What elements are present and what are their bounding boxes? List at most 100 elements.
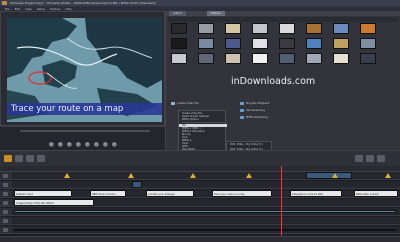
- transition-icon[interactable]: [128, 173, 134, 178]
- effect-thumbnail[interactable]: [279, 23, 295, 34]
- timeline-toolbar: [0, 150, 400, 166]
- fast-forward-button[interactable]: [93, 141, 100, 148]
- effect-thumbnail[interactable]: [360, 38, 376, 49]
- effect-thumbnail[interactable]: [252, 23, 268, 34]
- menu-item[interactable]: MPEG Options: [182, 118, 199, 121]
- menu-separator: [182, 122, 226, 123]
- transition-icon[interactable]: [385, 173, 391, 178]
- option-create-video[interactable]: Create Video File: [177, 102, 199, 105]
- library-toolbar: [168, 17, 398, 22]
- menu-edit[interactable]: Edit: [15, 7, 20, 11]
- transition-icon[interactable]: [190, 173, 196, 178]
- program-playback-icon: [240, 102, 244, 105]
- timeline: Polished / Sect NEW Show 2 Coordi... ani…: [0, 172, 400, 236]
- menu-setup[interactable]: Setup: [37, 7, 45, 11]
- trash-icon[interactable]: [37, 155, 45, 162]
- effect-thumbnail[interactable]: [333, 38, 349, 49]
- effect-thumbnail[interactable]: [306, 23, 322, 34]
- track-header-music[interactable]: [0, 217, 12, 225]
- transition-icon[interactable]: [246, 173, 252, 178]
- effect-thumbnail[interactable]: [360, 53, 376, 64]
- video-file-icon: [171, 102, 175, 105]
- rewind-button[interactable]: [48, 141, 55, 148]
- effect-thumbnail[interactable]: [279, 53, 295, 64]
- track-header-title2[interactable]: [0, 199, 12, 207]
- effect-thumbnail[interactable]: [252, 53, 268, 64]
- overlay-clip[interactable]: [132, 181, 142, 188]
- scrub-bar[interactable]: [20, 130, 150, 132]
- effect-thumbnail[interactable]: [279, 38, 295, 49]
- zoom-out-icon[interactable]: [355, 155, 363, 162]
- step-forward-button[interactable]: [84, 141, 91, 148]
- effect-thumbnail[interactable]: [171, 23, 187, 34]
- output-options: Program Playback Use Rendering MPEG Stre…: [240, 102, 300, 132]
- title-track: Polished / Sect NEW Show 2 Coordi... ani…: [12, 190, 400, 198]
- effect-thumbnail[interactable]: [306, 53, 322, 64]
- track-header-overlay[interactable]: [0, 181, 12, 189]
- effect-thumbnail[interactable]: [198, 23, 214, 34]
- effect-thumbnail[interactable]: [225, 23, 241, 34]
- menu-file[interactable]: File: [5, 7, 10, 11]
- effect-thumbnail[interactable]: [252, 38, 268, 49]
- watermark-text: inDownloads.com: [231, 76, 316, 87]
- effect-thumbnail[interactable]: [198, 38, 214, 49]
- title-clip[interactable]: NEW Show 2 Coordi...: [90, 190, 126, 197]
- app-icon: [2, 1, 7, 5]
- title-clip[interactable]: Integrations in the art after: [290, 190, 342, 197]
- window-title: Unknown Project.mpy* - Pinnacle Studio -…: [10, 1, 156, 5]
- menu-toolbox[interactable]: Toolbox: [50, 7, 61, 11]
- effect-thumbnail[interactable]: [306, 38, 322, 49]
- menu-view[interactable]: View: [25, 7, 32, 11]
- audio-clip[interactable]: [14, 210, 396, 213]
- step-back-button[interactable]: [57, 141, 64, 148]
- volume-button[interactable]: [111, 141, 118, 148]
- effect-thumbnail[interactable]: [225, 53, 241, 64]
- play-button[interactable]: [66, 141, 73, 148]
- loop-button[interactable]: [102, 141, 109, 148]
- playhead[interactable]: [281, 166, 282, 236]
- track-header-title[interactable]: [0, 190, 12, 198]
- effect-thumbnail[interactable]: [198, 53, 214, 64]
- effect-thumbnail[interactable]: [171, 53, 187, 64]
- menu-help[interactable]: Help: [65, 7, 71, 11]
- zoom-in-icon[interactable]: [366, 155, 374, 162]
- video-track: [12, 172, 400, 197]
- effect-thumbnail[interactable]: [333, 23, 349, 34]
- undo-icon[interactable]: [15, 155, 23, 162]
- redo-icon[interactable]: [26, 155, 34, 162]
- stop-button[interactable]: [75, 141, 82, 148]
- submenu-item[interactable]: DVD, 30fps - Dig. Dolby 5.1: [230, 143, 263, 146]
- effect-thumbnail[interactable]: [333, 53, 349, 64]
- title-clip[interactable]: Trace your route on a map: [212, 190, 272, 197]
- transport-controls: [0, 126, 165, 150]
- tab-effects[interactable]: Effects: [207, 11, 225, 16]
- track-header-voice[interactable]: [0, 226, 12, 234]
- track-header-video[interactable]: [0, 172, 12, 180]
- title-clip[interactable]: Polished / Sect: [14, 190, 72, 197]
- create-video-row: Create Video File: [171, 102, 231, 110]
- status-bar: [0, 236, 400, 242]
- video-clip[interactable]: [306, 172, 352, 179]
- option-streaming[interactable]: MPEG Streaming: [246, 116, 268, 119]
- transition-icon[interactable]: [64, 173, 70, 178]
- scissors-icon[interactable]: [4, 155, 12, 162]
- track-header-audio[interactable]: [0, 208, 12, 216]
- library-tabs: Album Effects: [165, 11, 400, 16]
- title-clip[interactable]: Before Plan & Zoom: [354, 190, 398, 197]
- effect-thumbnail[interactable]: [360, 23, 376, 34]
- title-clip[interactable]: animate your drawings: [146, 190, 194, 197]
- effect-thumbnail[interactable]: [225, 38, 241, 49]
- effect-thumbnail[interactable]: [171, 38, 187, 49]
- title-clip[interactable]: independently of the text effects: [14, 199, 94, 206]
- title-track-2: independently of the text effects: [12, 199, 400, 207]
- overlay-track: [12, 181, 400, 206]
- streaming-icon: [240, 116, 244, 119]
- settings-icon[interactable]: [377, 155, 385, 162]
- caption-bar: Trace your route on a map: [7, 103, 162, 115]
- option-rendering[interactable]: Use Rendering: [246, 109, 265, 112]
- transition-icon[interactable]: [332, 173, 338, 178]
- tab-album[interactable]: Album: [169, 11, 186, 16]
- thumbnail-grid: [171, 23, 396, 71]
- option-program-playback[interactable]: Program Playback: [246, 102, 269, 105]
- volume-line[interactable]: [14, 229, 396, 231]
